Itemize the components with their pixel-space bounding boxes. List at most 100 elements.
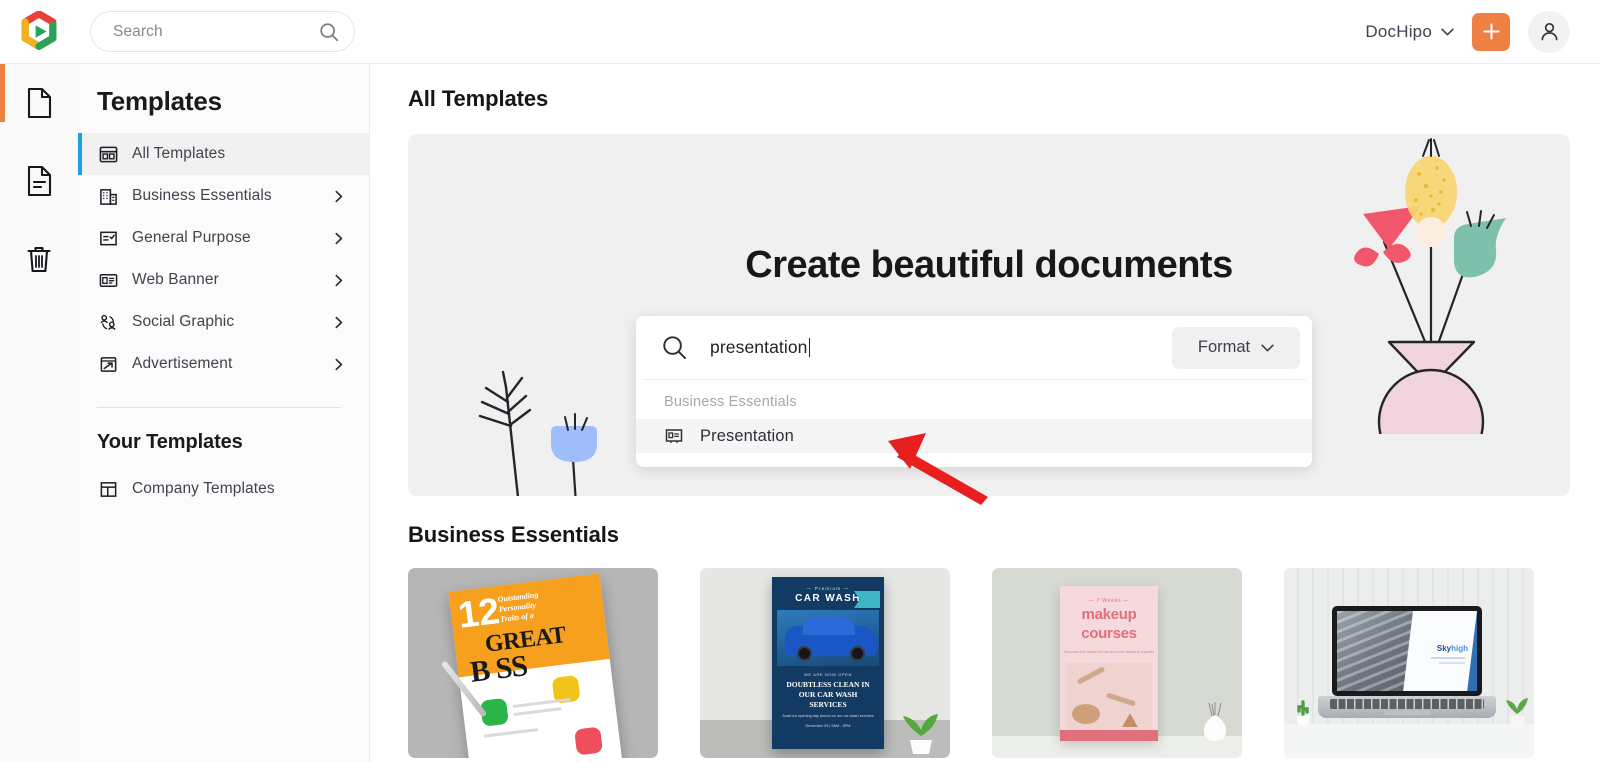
hero-search-value: presentation bbox=[710, 337, 808, 357]
chevron-right-icon[interactable] bbox=[329, 190, 349, 203]
flyer-body: Discover the latest trends from the make… bbox=[1063, 648, 1155, 654]
main-content: All Templates Create beautiful documents… bbox=[370, 64, 1600, 762]
blank-document-icon bbox=[27, 87, 52, 119]
rail-item-drafts[interactable] bbox=[0, 142, 78, 220]
sidebar-item-advertisement[interactable]: Advertisement bbox=[78, 343, 369, 385]
presentation-brand: Skyhigh bbox=[1436, 644, 1468, 653]
building-icon bbox=[97, 185, 119, 207]
laptop-screen: Skyhigh bbox=[1332, 606, 1482, 696]
create-new-button[interactable] bbox=[1472, 12, 1510, 51]
flyer-headline: DOUBTLESS CLEAN IN OUR CAR WASH SERVICES bbox=[786, 680, 870, 710]
sidebar-item-label: Social Graphic bbox=[132, 313, 235, 330]
templates-sidebar: Templates All Templates Business Essenti… bbox=[78, 64, 370, 762]
company-templates-icon bbox=[97, 478, 119, 500]
sidebar-item-web-banner[interactable]: Web Banner bbox=[78, 259, 369, 301]
rail-item-trash[interactable] bbox=[0, 220, 78, 298]
chevron-right-icon[interactable] bbox=[329, 316, 349, 329]
brand-label: DocHipo bbox=[1365, 21, 1432, 41]
flyer-footer-bar bbox=[1060, 730, 1158, 741]
hero-search-bar[interactable]: presentation Format bbox=[636, 316, 1312, 379]
section-title-business-essentials: Business Essentials bbox=[408, 522, 619, 547]
flyer-pre-text: — 7 Weeks — bbox=[1088, 598, 1130, 604]
template-card-car-wash[interactable]: — Premium — CAR WASH WE ARE NOW OPEN DOU… bbox=[700, 568, 950, 758]
checklist-icon bbox=[97, 227, 119, 249]
template-card-great-boss[interactable]: 12 Outstanding Personality Traits of a G… bbox=[408, 568, 658, 758]
hero-heading: Create beautiful documents bbox=[745, 244, 1233, 286]
trash-icon bbox=[27, 246, 51, 273]
flower-illustration-left bbox=[478, 370, 597, 496]
template-card-row: 12 Outstanding Personality Traits of a G… bbox=[370, 548, 1600, 758]
flyer-title-line2: courses bbox=[1081, 624, 1137, 642]
sidebar-item-business-essentials[interactable]: Business Essentials bbox=[78, 175, 369, 217]
chevron-down-icon bbox=[1441, 27, 1454, 36]
search-icon bbox=[663, 336, 687, 360]
dochipo-logo-icon bbox=[21, 10, 57, 50]
search-suggestions-dropdown: Business Essentials Presentation bbox=[636, 379, 1312, 467]
template-card-makeup-courses[interactable]: — 7 Weeks — makeup courses Discover the … bbox=[992, 568, 1242, 758]
flyer-date: December 25 | 9AM - 5PM bbox=[805, 724, 851, 729]
document-lines-icon bbox=[27, 165, 52, 197]
hero-banner: Create beautiful documents presentation … bbox=[408, 134, 1570, 496]
desk-surface bbox=[1284, 724, 1534, 758]
plus-icon bbox=[1482, 23, 1500, 40]
global-search-box[interactable] bbox=[90, 11, 355, 52]
search-icon bbox=[320, 22, 339, 41]
vase-decoration bbox=[1204, 702, 1226, 741]
hero-search-panel: presentation Format Business Essentials bbox=[636, 316, 1312, 467]
sidebar-item-label: Web Banner bbox=[132, 271, 219, 288]
plant-decoration bbox=[903, 714, 938, 754]
social-users-icon bbox=[97, 311, 119, 333]
laptop-base bbox=[1318, 696, 1496, 718]
suggestion-group-label: Business Essentials bbox=[664, 394, 797, 410]
app-logo[interactable] bbox=[0, 0, 78, 64]
dochipo-template-gallery-app: DocHipo bbox=[0, 0, 1600, 762]
advertisement-icon bbox=[97, 353, 119, 375]
flyer-body: Avail our opening day promo on our car w… bbox=[782, 714, 874, 719]
flyer-pre-text: — Premium — bbox=[806, 586, 850, 591]
format-button-label: Format bbox=[1197, 338, 1251, 356]
account-button[interactable] bbox=[1528, 10, 1570, 53]
sidebar-item-company-templates[interactable]: Company Templates bbox=[78, 468, 369, 510]
plant-decoration bbox=[1506, 698, 1528, 728]
search-input[interactable] bbox=[113, 22, 318, 41]
suggestion-item-presentation[interactable]: Presentation bbox=[636, 419, 1312, 453]
top-header-bar: DocHipo bbox=[0, 0, 1600, 64]
sidebar-item-social-graphic[interactable]: Social Graphic bbox=[78, 301, 369, 343]
brand-dropdown[interactable]: DocHipo bbox=[1365, 22, 1454, 42]
user-avatar-icon bbox=[1541, 23, 1557, 41]
sidebar-item-label: Advertisement bbox=[132, 355, 233, 372]
sidebar-item-label: General Purpose bbox=[132, 229, 251, 246]
sidebar-item-all-templates[interactable]: All Templates bbox=[78, 133, 369, 175]
sidebar-title: Templates bbox=[97, 86, 222, 116]
blue-flower-shape bbox=[551, 426, 597, 462]
sidebar-item-label: Company Templates bbox=[132, 480, 275, 497]
hero-search-input[interactable]: presentation bbox=[710, 337, 1172, 358]
format-dropdown-button[interactable]: Format bbox=[1172, 326, 1300, 369]
cactus-decoration bbox=[1296, 700, 1310, 725]
suggestion-item-label: Presentation bbox=[700, 426, 794, 445]
page-title: All Templates bbox=[408, 86, 549, 111]
web-banner-icon bbox=[97, 269, 119, 291]
flyer-open-text: WE ARE NOW OPEN bbox=[804, 672, 852, 677]
chevron-right-icon[interactable] bbox=[329, 232, 349, 245]
sidebar-item-label: All Templates bbox=[132, 145, 226, 162]
rail-item-documents[interactable] bbox=[0, 64, 78, 142]
sidebar-item-label: Business Essentials bbox=[132, 187, 272, 204]
flyer-preview: — 7 Weeks — makeup courses Discover the … bbox=[1060, 586, 1158, 741]
flyer-preview: 12 Outstanding Personality Traits of a G… bbox=[448, 573, 624, 758]
flyer-preview: — Premium — CAR WASH WE ARE NOW OPEN DOU… bbox=[772, 577, 884, 749]
chevron-right-icon[interactable] bbox=[329, 274, 349, 287]
left-icon-rail bbox=[0, 64, 78, 762]
template-card-skyhigh-presentation[interactable]: Skyhigh bbox=[1284, 568, 1534, 758]
flyer-subtitle: Outstanding Personality Traits of a bbox=[497, 590, 539, 624]
flyer-number: 12 bbox=[455, 590, 502, 636]
your-templates-title: Your Templates bbox=[97, 431, 243, 453]
header-actions: DocHipo bbox=[1365, 10, 1600, 53]
chevron-right-icon[interactable] bbox=[329, 358, 349, 371]
sidebar-item-general-purpose[interactable]: General Purpose bbox=[78, 217, 369, 259]
chevron-down-icon bbox=[1261, 343, 1274, 352]
text-cursor bbox=[808, 338, 811, 357]
grid-layout-icon bbox=[97, 143, 119, 165]
flyer-badge-red bbox=[574, 726, 604, 756]
presentation-icon bbox=[664, 426, 684, 446]
